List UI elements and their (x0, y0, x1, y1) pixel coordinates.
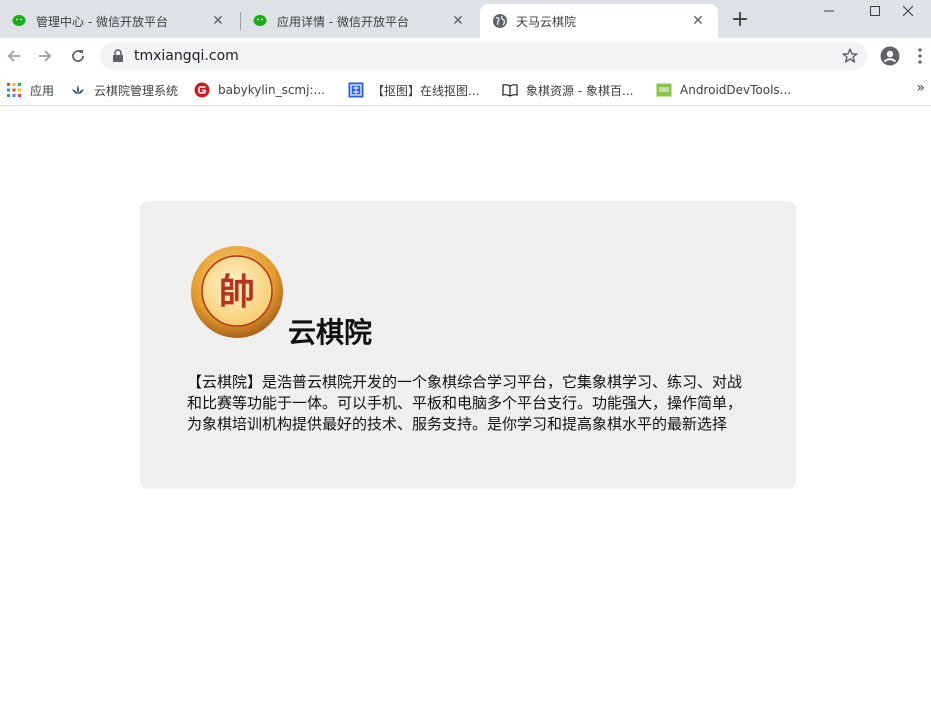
android-tools-icon (656, 83, 672, 97)
back-button[interactable] (2, 44, 26, 68)
tab-title: 应用详情 - 微信开放平台 (277, 14, 409, 29)
bookmark-label: AndroidDevTools... (680, 83, 792, 97)
tab-title: 管理中心 - 微信开放平台 (36, 14, 168, 29)
bookmark-label: 象棋资源 - 象棋百... (526, 83, 634, 98)
apps-grid-icon (7, 83, 21, 97)
reload-button[interactable] (66, 44, 90, 68)
tab-tianma-yunqiyuan[interactable]: 天马云棋院 ✕ (480, 4, 718, 38)
book-icon (502, 84, 518, 97)
more-vert-icon (918, 48, 922, 64)
address-bar[interactable]: tmxiangqi.com (100, 42, 867, 70)
bookmark-apps[interactable]: 应用 (6, 80, 54, 100)
bookmark-label: 【抠图】在线抠图... (372, 83, 480, 98)
new-tab-button[interactable]: + (728, 9, 752, 33)
page-title: 云棋院 (288, 316, 373, 349)
bookmark-xiangqi-resources[interactable]: 象棋资源 - 象棋百... (502, 80, 633, 100)
maximize-icon (870, 6, 880, 16)
bookmark-koutu[interactable]: 【抠图】在线抠图... (348, 80, 479, 100)
wechat-icon (12, 15, 26, 26)
minimize-icon (824, 10, 834, 12)
close-icon[interactable]: ✕ (690, 13, 706, 29)
tab-title: 天马云棋院 (516, 14, 577, 29)
bookmark-label: babykylin_scmj:... (218, 83, 325, 97)
xiangqi-shuai-logo: 帥 (191, 246, 283, 338)
logo-character: 帥 (219, 272, 255, 313)
bookmark-androiddevtools[interactable]: AndroidDevTools... (656, 80, 791, 100)
bookmark-gitee[interactable]: babykylin_scmj:... (194, 80, 325, 100)
account-circle-icon (880, 46, 900, 66)
close-icon (903, 6, 913, 16)
tab-strip: 管理中心 - 微信开放平台 ✕ 应用详情 - 微信开放平台 ✕ 天马云棋院 ✕ … (0, 0, 931, 38)
minimize-button[interactable] (806, 0, 852, 22)
close-icon[interactable]: ✕ (210, 13, 226, 29)
bookmark-label: 云棋院管理系统 (94, 83, 179, 98)
bookmarks-bar: 应用 云棋院管理系统 babykylin_scmj:... 【抠图】在线抠图..… (0, 74, 931, 106)
bookmarks-overflow-button[interactable]: » (916, 80, 925, 96)
globe-icon (493, 14, 507, 28)
close-icon[interactable]: ✕ (450, 13, 466, 29)
bookmark-yunqiyuan-admin[interactable]: 云棋院管理系统 (70, 80, 178, 100)
wechat-icon (253, 15, 267, 26)
forward-button[interactable] (33, 44, 57, 68)
window-close-button[interactable] (885, 0, 931, 22)
intro-card: 帥 云棋院 【云棋院】是浩普云棋院开发的一个象棋综合学习平台，它集象棋学习、练习… (140, 201, 796, 489)
url-text[interactable]: tmxiangqi.com (134, 48, 239, 64)
tab-wechat-management[interactable]: 管理中心 - 微信开放平台 ✕ (0, 4, 238, 38)
koutu-icon (348, 82, 364, 98)
arrow-left-icon (7, 50, 20, 62)
menu-button[interactable] (910, 44, 930, 68)
star-icon[interactable] (841, 47, 859, 65)
arrow-right-icon (39, 50, 52, 62)
lotus-icon (72, 85, 84, 94)
page-description: 【云棋院】是浩普云棋院开发的一个象棋综合学习平台，它集象棋学习、练习、对战和比赛… (187, 373, 743, 433)
lock-icon (113, 49, 123, 62)
browser-toolbar: tmxiangqi.com (0, 38, 931, 74)
profile-button[interactable] (878, 44, 902, 68)
tab-wechat-app-details[interactable]: 应用详情 - 微信开放平台 ✕ (241, 4, 478, 38)
gitee-icon (194, 82, 210, 98)
bookmark-label: 应用 (30, 83, 55, 98)
reload-icon (72, 50, 84, 62)
